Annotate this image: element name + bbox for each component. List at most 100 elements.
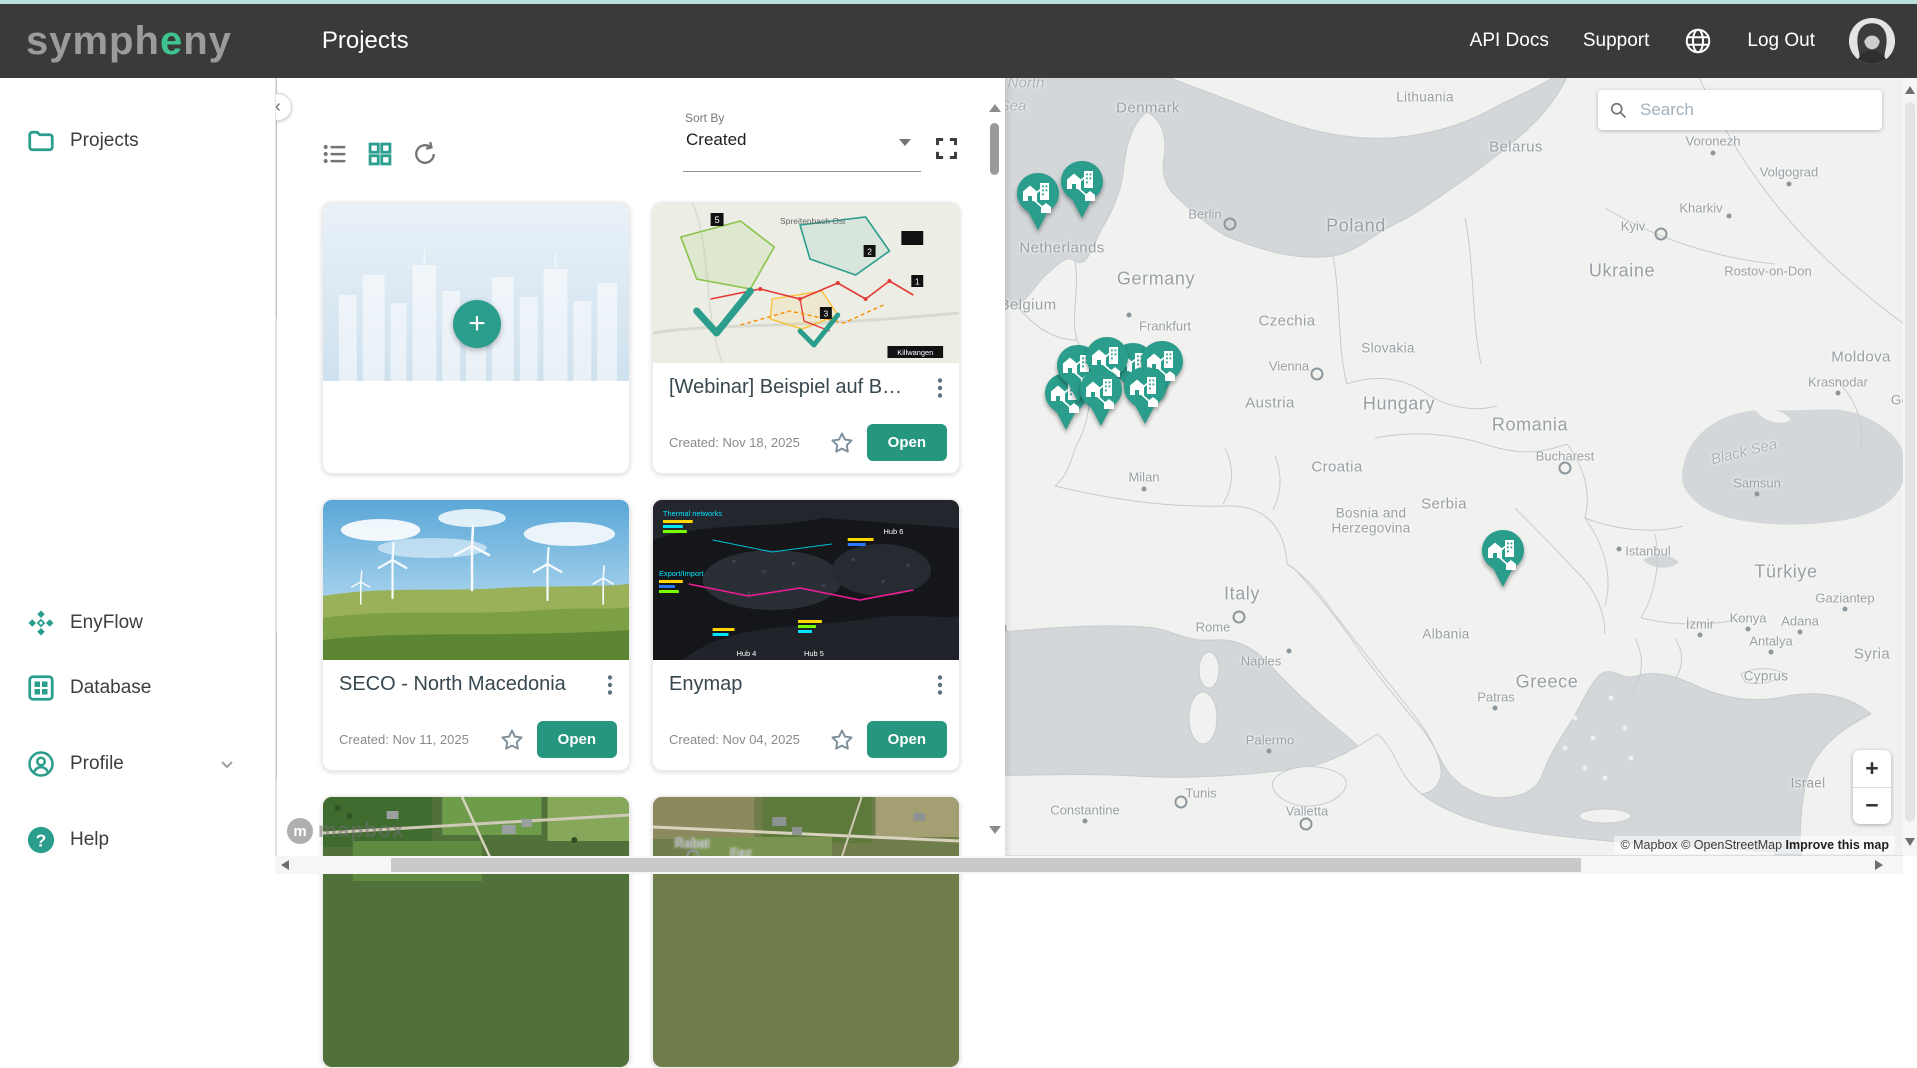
- project-map-pin[interactable]: [1015, 172, 1061, 232]
- scroll-left-arrow[interactable]: [281, 860, 289, 870]
- svg-text:Hub 4: Hub 4: [736, 649, 756, 658]
- svg-text:Hub 6: Hub 6: [883, 527, 903, 536]
- projects-panel: Sort By Created +: [277, 78, 1005, 856]
- svg-text:2: 2: [867, 246, 872, 256]
- attribution-text: © OpenStreetMap: [1681, 838, 1785, 852]
- language-globe-icon[interactable]: [1683, 26, 1713, 56]
- scroll-down-arrow[interactable]: [989, 826, 1001, 834]
- sympheny-logo[interactable]: sympheny: [26, 19, 232, 64]
- star-icon[interactable]: [829, 727, 855, 753]
- more-options-icon[interactable]: [935, 673, 945, 697]
- svg-text:Export/Import: Export/Import: [659, 569, 705, 578]
- sidebar-item-label: EnyFlow: [70, 612, 143, 634]
- open-button[interactable]: Open: [867, 721, 947, 758]
- database-icon: [26, 673, 56, 703]
- map-zoom-control: + −: [1853, 750, 1891, 824]
- sidebar-item-profile[interactable]: Profile: [0, 740, 275, 788]
- improve-this-map-link[interactable]: Improve this map: [1786, 838, 1890, 852]
- scroll-up-arrow[interactable]: [1905, 86, 1915, 94]
- enyflow-icon: [26, 608, 56, 638]
- star-icon[interactable]: [829, 430, 855, 456]
- vertical-scrollbar[interactable]: [1903, 78, 1917, 856]
- project-card[interactable]: [322, 796, 630, 1068]
- svg-text:5: 5: [715, 215, 720, 225]
- app-header: sympheny Projects API Docs Support Log O…: [0, 4, 1917, 78]
- project-map-pin[interactable]: [1480, 529, 1526, 589]
- user-avatar[interactable]: [1849, 18, 1895, 64]
- more-options-icon[interactable]: [935, 376, 945, 400]
- sort-caret-icon[interactable]: [899, 139, 911, 146]
- project-thumbnail[interactable]: Thermal networks Export/Import Hub 6 Hub…: [653, 500, 959, 660]
- more-options-icon[interactable]: [605, 673, 615, 697]
- sidebar-item-projects[interactable]: Projects: [0, 117, 275, 165]
- list-view-button[interactable]: [321, 140, 349, 168]
- project-card--webinar-beispiel-auf-b-: 5 Spreitenbach Ost 2 1 3 Killwangen [Web…: [652, 202, 960, 474]
- sort-by-select[interactable]: Created: [686, 130, 746, 150]
- attribution-text: © Mapbox: [1620, 838, 1681, 852]
- log-out-button[interactable]: Log Out: [1747, 30, 1815, 52]
- refresh-button[interactable]: [411, 140, 439, 168]
- svg-text:Thermal networks: Thermal networks: [663, 509, 722, 518]
- svg-text:Killwangen: Killwangen: [897, 348, 933, 357]
- scroll-right-arrow[interactable]: [1875, 860, 1883, 870]
- chevron-down-icon: [215, 752, 239, 776]
- sort-underline: [683, 171, 921, 172]
- project-card-enymap: Thermal networks Export/Import Hub 6 Hub…: [652, 499, 960, 771]
- svg-text:3: 3: [824, 308, 829, 318]
- svg-text:?: ?: [36, 830, 47, 850]
- map-search-box: [1598, 90, 1882, 130]
- project-thumbnail[interactable]: [323, 500, 629, 660]
- svg-text:Hub 5: Hub 5: [804, 649, 824, 658]
- project-card-seco-north-macedonia: SECO - North Macedonia Created: Nov 11, …: [322, 499, 630, 771]
- project-thumbnail: [653, 797, 959, 1068]
- map-search-input[interactable]: [1638, 99, 1872, 121]
- project-thumbnail: [323, 797, 629, 1068]
- sidebar-item-database[interactable]: Database: [0, 664, 275, 712]
- project-title: [Webinar] Beispiel auf B…: [669, 376, 929, 399]
- sidebar-item-label: Profile: [70, 753, 124, 775]
- new-project-card[interactable]: +: [322, 202, 630, 474]
- new-project-thumbnail: [323, 203, 629, 381]
- project-thumbnail[interactable]: 5 Spreitenbach Ost 2 1 3 Killwangen: [653, 203, 959, 363]
- svg-text:Spreitenbach Ost: Spreitenbach Ost: [780, 216, 846, 226]
- svg-text:1: 1: [915, 276, 920, 286]
- scrollbar-thumb[interactable]: [391, 858, 1581, 872]
- created-date: Created: Nov 11, 2025: [339, 732, 469, 747]
- sidebar-item-label: Database: [70, 677, 151, 699]
- zoom-in-button[interactable]: +: [1853, 750, 1891, 787]
- open-button[interactable]: Open: [537, 721, 617, 758]
- support-link[interactable]: Support: [1583, 30, 1650, 52]
- fullscreen-button[interactable]: [933, 135, 960, 162]
- star-icon[interactable]: [499, 727, 525, 753]
- sidebar-item-enyflow[interactable]: EnyFlow: [0, 599, 275, 647]
- scroll-up-arrow[interactable]: [989, 104, 1001, 112]
- project-map-pin[interactable]: [1059, 160, 1105, 220]
- created-date: Created: Nov 18, 2025: [669, 435, 800, 450]
- sidebar-item-help[interactable]: ? Help: [0, 816, 275, 864]
- brand-accent-strip: [0, 0, 1917, 4]
- zoom-out-button[interactable]: −: [1853, 788, 1891, 825]
- add-project-button[interactable]: +: [453, 300, 501, 348]
- project-map-pin[interactable]: [1078, 368, 1124, 428]
- scroll-down-arrow[interactable]: [1905, 838, 1915, 846]
- sort-by-label: Sort By: [685, 111, 724, 125]
- project-map-pin[interactable]: [1122, 366, 1168, 426]
- project-title: SECO - North Macedonia: [339, 673, 599, 696]
- api-docs-link[interactable]: API Docs: [1470, 30, 1549, 52]
- scrollbar-thumb[interactable]: [990, 123, 999, 175]
- search-icon: [1608, 100, 1628, 120]
- project-title: Enymap: [669, 673, 929, 696]
- grid-view-button[interactable]: [366, 140, 394, 168]
- sidebar: Projects EnyFlow Database Profile ? Help: [0, 78, 276, 874]
- scrollbar-thumb[interactable]: [1905, 102, 1915, 822]
- profile-icon: [26, 749, 56, 779]
- map-attribution: © Mapbox © OpenStreetMap Improve this ma…: [1614, 836, 1895, 854]
- open-button[interactable]: Open: [867, 424, 947, 461]
- created-date: Created: Nov 04, 2025: [669, 732, 800, 747]
- project-card[interactable]: [652, 796, 960, 1068]
- horizontal-scrollbar[interactable]: [275, 856, 1903, 874]
- folder-icon: [26, 126, 56, 156]
- panel-scrollbar[interactable]: [985, 78, 1005, 856]
- page-title: Projects: [322, 27, 409, 55]
- sidebar-item-label: Projects: [70, 130, 139, 152]
